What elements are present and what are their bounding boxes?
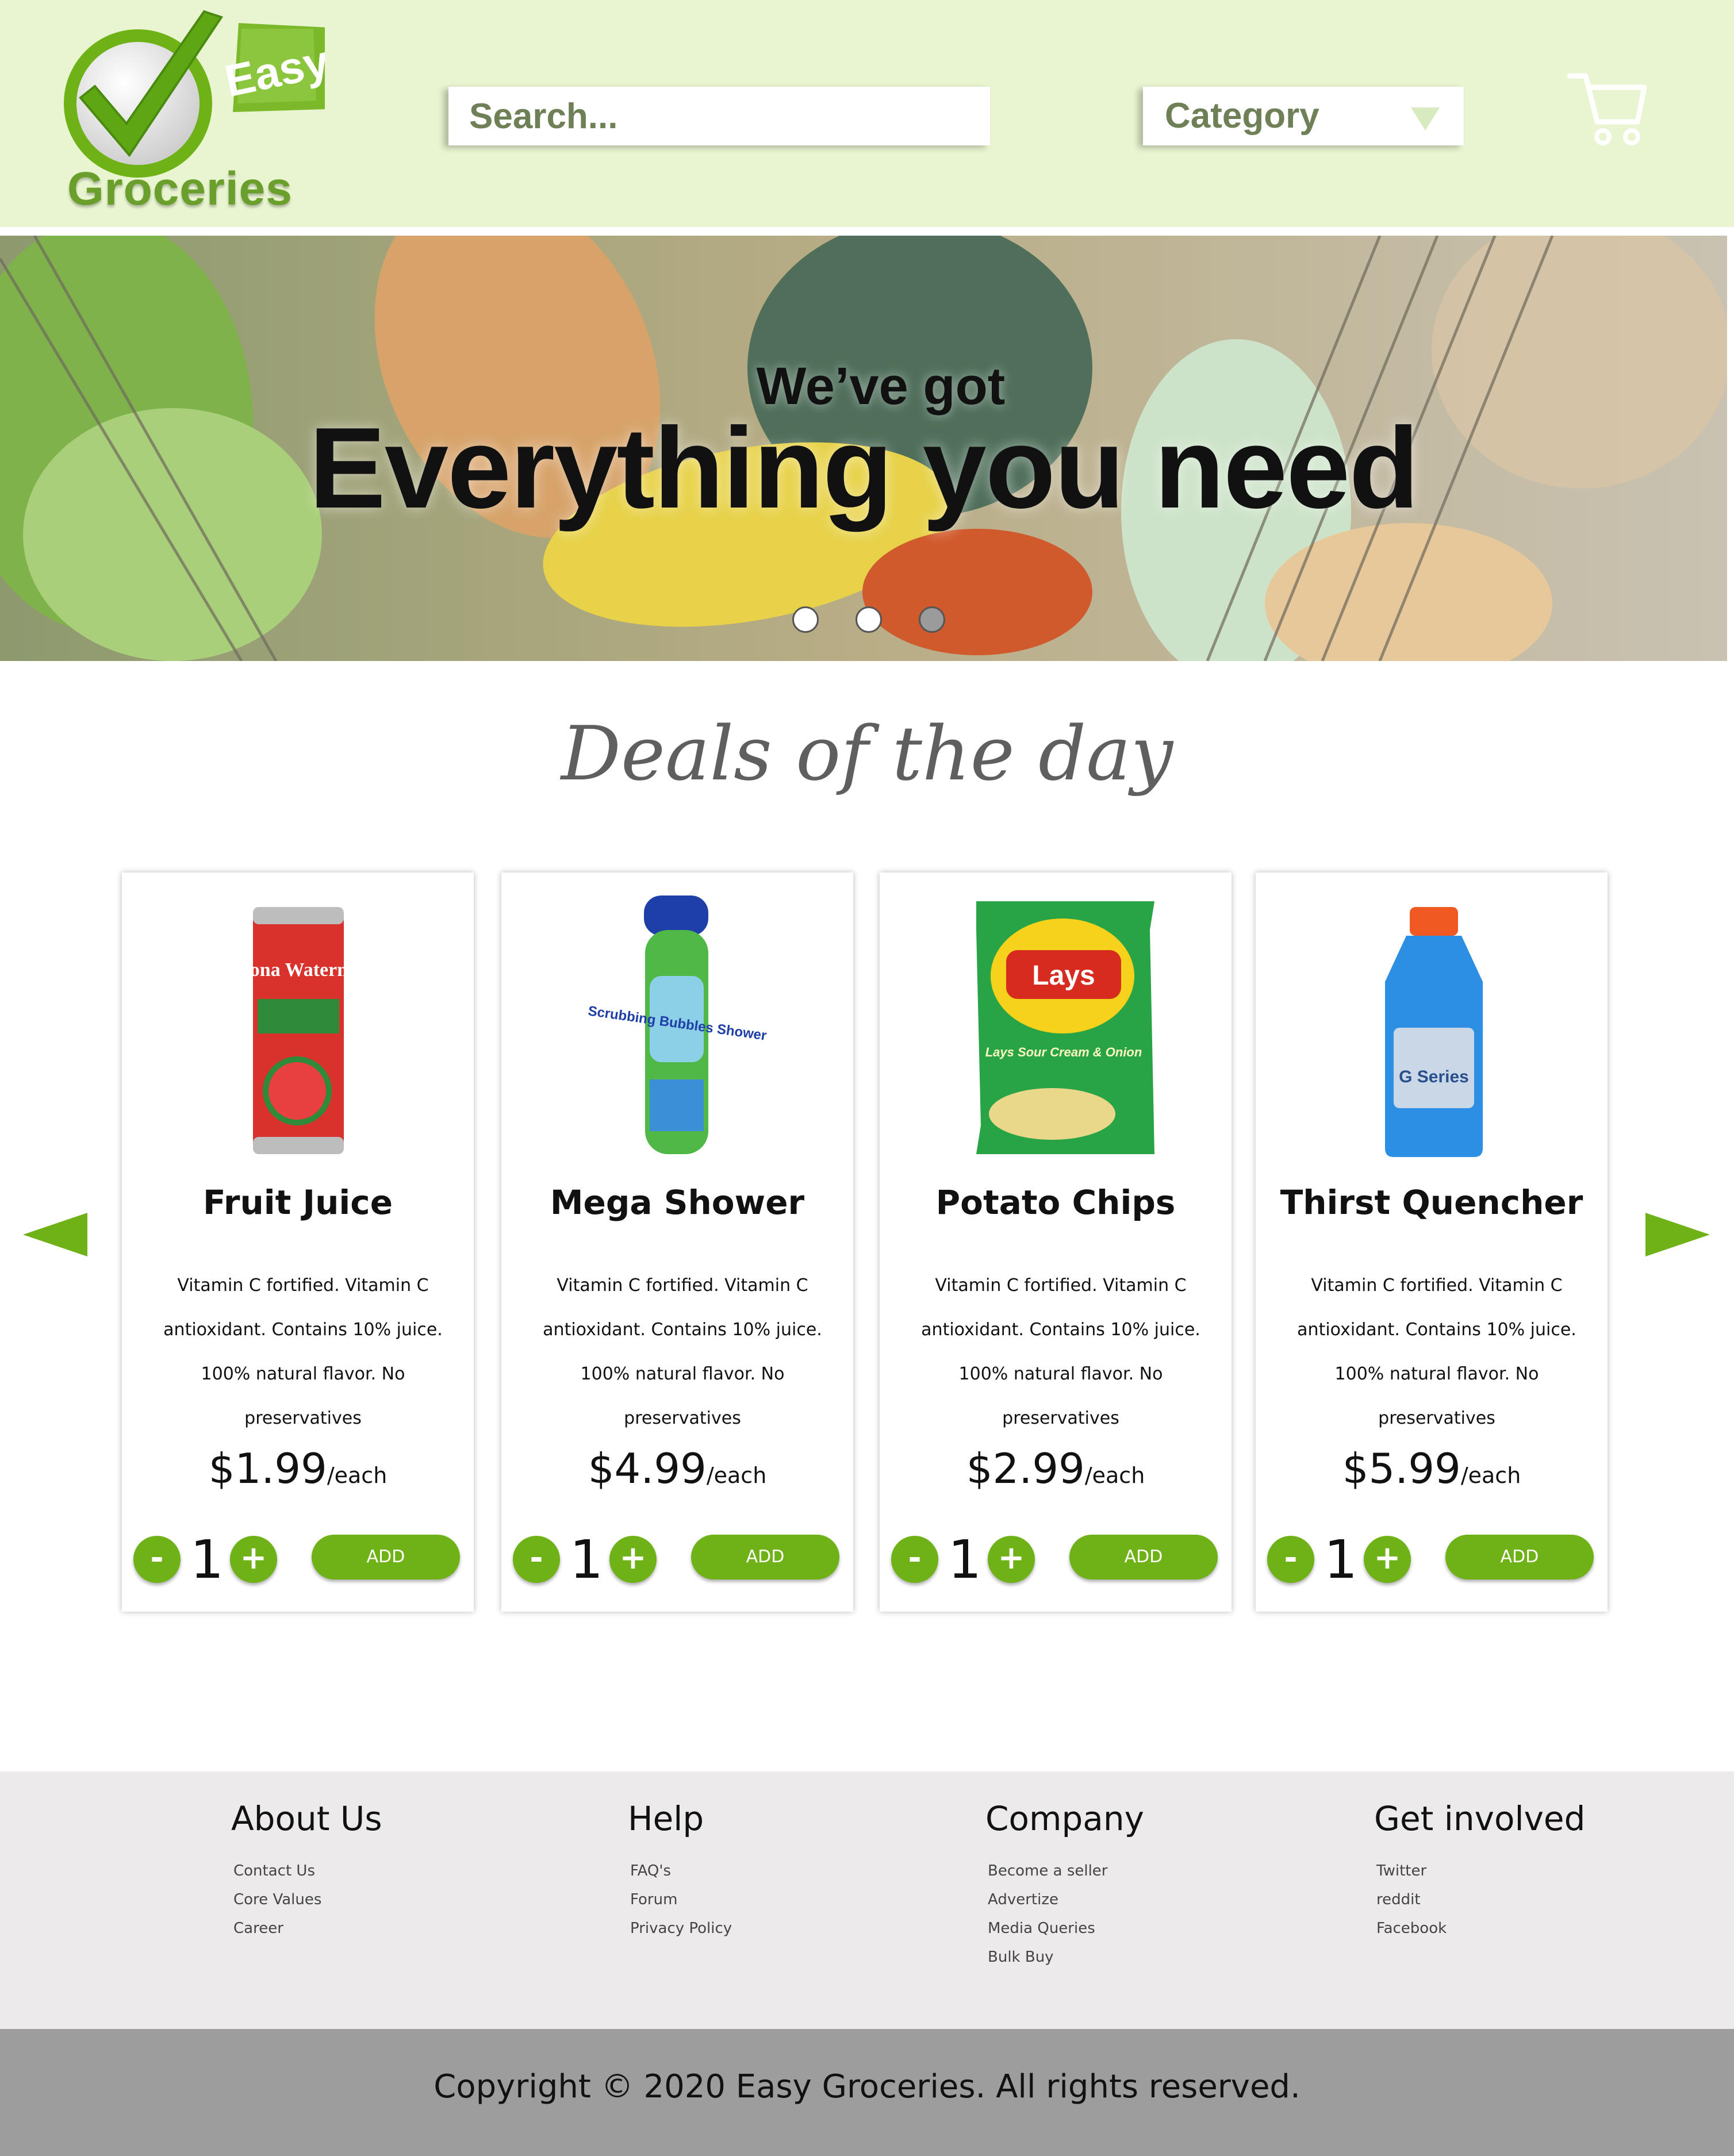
carousel-prev-icon[interactable]	[23, 1213, 87, 1256]
copyright-text: Copyright © 2020 Easy Groceries. All rig…	[434, 2068, 1301, 2105]
quantity-value: 1	[1323, 1529, 1358, 1590]
carousel-next-icon[interactable]	[1645, 1213, 1710, 1256]
product-price: $5.99/each	[1342, 1444, 1521, 1493]
chevron-down-icon	[1411, 107, 1440, 130]
decrease-quantity-button[interactable]: -	[513, 1536, 560, 1583]
svg-text:G Series: G Series	[1399, 1067, 1469, 1086]
footer-link[interactable]: Advertize	[988, 1885, 1144, 1914]
shopping-cart-icon[interactable]	[1564, 69, 1650, 149]
increase-quantity-button[interactable]: +	[1364, 1536, 1411, 1583]
increase-quantity-button[interactable]: +	[609, 1536, 657, 1583]
decrease-quantity-button[interactable]: -	[133, 1536, 181, 1583]
product-card: AriZona Watermelon Fruit Juice Vitamin C…	[122, 873, 474, 1612]
add-to-cart-button[interactable]: ADD	[1445, 1535, 1594, 1579]
increase-quantity-button[interactable]: +	[988, 1536, 1035, 1583]
category-label: Category	[1165, 96, 1319, 136]
footer-link[interactable]: Forum	[630, 1885, 732, 1914]
quantity-value: 1	[190, 1529, 224, 1590]
slide-indicator-2[interactable]	[856, 606, 882, 633]
search-input[interactable]	[448, 87, 990, 145]
site-header: Easy Groceries Category	[0, 0, 1734, 227]
product-image: AriZona Watermelon	[209, 907, 388, 1154]
footer-link[interactable]: reddit	[1376, 1885, 1585, 1914]
footer-link[interactable]: FAQ's	[630, 1857, 732, 1885]
footer-link[interactable]: Facebook	[1376, 1914, 1585, 1943]
product-image: Lays Lays Sour Cream & Onion	[976, 901, 1154, 1154]
footer-heading: Company	[985, 1799, 1144, 1838]
increase-quantity-button[interactable]: +	[230, 1536, 277, 1583]
product-description: Vitamin C fortified. Vitamin C antioxida…	[163, 1275, 443, 1428]
product-description: Vitamin C fortified. Vitamin C antioxida…	[543, 1275, 822, 1428]
svg-text:Lays: Lays	[1032, 960, 1095, 991]
footer-link[interactable]: Contact Us	[233, 1857, 382, 1885]
footer-link[interactable]: Core Values	[233, 1885, 382, 1914]
decrease-quantity-button[interactable]: -	[1267, 1536, 1314, 1583]
product-description: Vitamin C fortified. Vitamin C antioxida…	[1297, 1275, 1576, 1428]
product-name: Mega Shower	[550, 1183, 805, 1222]
footer-link[interactable]: Twitter	[1376, 1857, 1585, 1885]
add-to-cart-button[interactable]: ADD	[1069, 1535, 1218, 1579]
product-name: Potato Chips	[935, 1183, 1176, 1222]
footer-link[interactable]: Become a seller	[988, 1857, 1144, 1885]
add-to-cart-button[interactable]: ADD	[312, 1535, 460, 1579]
footer-column-get-involved: Get involved Twitter reddit Facebook	[1374, 1799, 1585, 1943]
product-image: Scrubbing Bubbles Shower	[587, 896, 768, 1154]
hero-banner: We’ve got Everything you need	[0, 236, 1727, 661]
product-card: Scrubbing Bubbles Shower Mega Shower Vit…	[501, 873, 853, 1612]
footer-heading: About Us	[231, 1799, 382, 1838]
product-price: $1.99/each	[208, 1444, 388, 1493]
product-card: Lays Lays Sour Cream & Onion Potato Chip…	[880, 873, 1232, 1612]
footer-link[interactable]: Media Queries	[988, 1914, 1144, 1943]
brand-logo[interactable]: Easy Groceries	[55, 0, 333, 218]
slide-indicator-3[interactable]	[919, 606, 945, 633]
svg-text:Lays Sour Cream & Onion: Lays Sour Cream & Onion	[985, 1045, 1142, 1059]
product-name: Thirst Quencher	[1280, 1183, 1583, 1222]
footer-column-company: Company Become a seller Advertize Media …	[985, 1799, 1144, 1971]
footer-link[interactable]: Career	[233, 1914, 382, 1943]
product-description: Vitamin C fortified. Vitamin C antioxida…	[921, 1275, 1200, 1428]
footer-heading: Help	[628, 1799, 704, 1838]
site-footer: About Us Contact Us Core Values Career H…	[0, 1771, 1734, 2029]
product-price: $2.99/each	[966, 1444, 1145, 1493]
add-to-cart-button[interactable]: ADD	[691, 1535, 839, 1579]
decrease-quantity-button[interactable]: -	[891, 1536, 938, 1583]
brand-name: Groceries	[67, 163, 293, 215]
category-dropdown[interactable]: Category	[1143, 87, 1464, 145]
hero-headline: Everything you need	[309, 404, 1419, 532]
copyright-bar: Copyright © 2020 Easy Groceries. All rig…	[0, 2029, 1734, 2156]
product-name: Fruit Juice	[202, 1183, 393, 1222]
deals-title: Deals of the day	[561, 710, 1173, 797]
slide-indicator-1[interactable]	[792, 606, 819, 633]
footer-link[interactable]: Privacy Policy	[630, 1914, 732, 1943]
svg-text:AriZona Watermelon: AriZona Watermelon	[209, 959, 388, 981]
product-price: $4.99/each	[588, 1444, 767, 1493]
footer-link[interactable]: Bulk Buy	[988, 1943, 1144, 1971]
quantity-value: 1	[947, 1529, 982, 1590]
footer-heading: Get involved	[1374, 1799, 1586, 1838]
product-image: G Series	[1385, 907, 1483, 1157]
product-card: G Series Thirst Quencher Vitamin C forti…	[1256, 873, 1608, 1612]
footer-column-help: Help FAQ's Forum Privacy Policy	[628, 1799, 732, 1943]
quantity-value: 1	[569, 1529, 604, 1590]
footer-column-about: About Us Contact Us Core Values Career	[231, 1799, 382, 1943]
